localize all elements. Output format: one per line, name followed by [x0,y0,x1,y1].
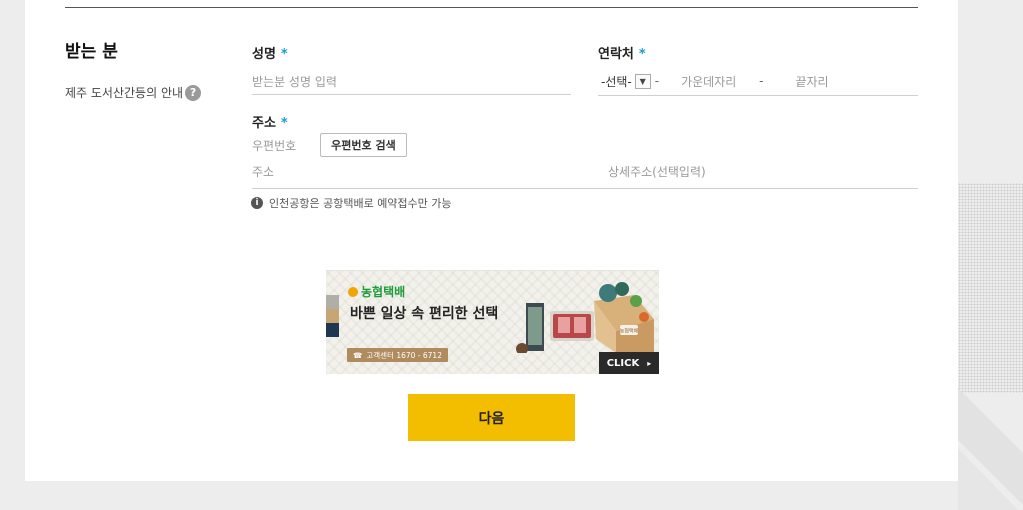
required-mark: * [280,47,288,62]
name-input[interactable]: 받는분 성명 입력 [252,68,571,95]
phone-dash: - [759,74,764,88]
jeju-notice-label: 제주 도서산간등의 안내 [65,86,184,100]
chevron-down-icon[interactable]: ▼ [634,73,651,89]
banner-brand: 농협택배 [348,283,405,300]
airport-notice: i 인천공항은 공항택배로 예약접수만 가능 [251,195,452,211]
banner-side-tabs [326,295,339,337]
name-label-text: 성명 [252,47,276,62]
banner-tab[interactable] [326,295,339,309]
phone-dash: - [654,74,660,88]
brand-logo-icon [348,286,358,297]
address-row: 주소 상세주소(선택입력) [252,158,918,189]
delivery-form-card: 받는 분 제주 도서산간등의 안내 ? 성명 * 받는분 성명 입력 연락처 * -… [25,0,958,481]
banner-click-button[interactable]: CLICK ▸ [599,352,659,374]
address-detail-input[interactable]: 상세주소(선택입력) [608,163,706,180]
phone-last-input[interactable]: 끝자리 [795,73,828,90]
customer-center-text: 고객센터 1670 - 6712 [366,350,442,360]
produce-box-icon: 농협택배 [516,282,654,353]
banner-tab[interactable] [326,309,339,323]
nh-delivery-banner[interactable]: 농협택배 바쁜 일상 속 편리한 선택 ☎ 고객센터 1670 - 6712 농… [326,270,659,374]
required-mark: * [280,116,288,131]
info-icon: i [251,197,263,209]
background-dot-pattern [958,183,1023,393]
help-icon[interactable]: ? [185,84,202,101]
phone-prefix-select[interactable]: -선택- [601,73,632,90]
phone-middle-input[interactable]: 가운데자리 [681,73,759,90]
section-divider [65,7,918,8]
box-label: 농협택배 [620,328,639,335]
phone-label: 연락처 * [598,43,646,62]
click-label: CLICK [606,357,640,369]
banner-brand-label: 농협택배 [361,285,406,299]
section-title: 받는 분 [65,42,118,62]
zip-row: 우편번호 우편번호 검색 [252,133,407,157]
airport-notice-text: 인천공항은 공항택배로 예약접수만 가능 [269,197,452,210]
zip-search-button[interactable]: 우편번호 검색 [320,133,407,157]
address-input[interactable]: 주소 [252,163,274,180]
banner-tab[interactable] [326,323,339,337]
phone-label-text: 연락처 [598,47,634,62]
address-label: 주소 * [252,112,288,131]
banner-headline: 바쁜 일상 속 편리한 선택 [350,306,499,322]
name-placeholder: 받는분 성명 입력 [252,74,337,89]
next-button[interactable]: 다음 [408,394,575,441]
required-mark: * [638,47,646,62]
phone-icon: ☎ [353,350,363,360]
background-stripe [958,380,1023,510]
name-label: 성명 * [252,43,288,62]
phone-field: -선택- ▼ - 가운데자리 - 끝자리 [598,67,918,96]
customer-center-chip: ☎ 고객센터 1670 - 6712 [347,348,448,362]
jeju-remote-notice[interactable]: 제주 도서산간등의 안내 ? [65,84,202,101]
arrow-right-icon: ▸ [647,358,652,368]
zip-code-field[interactable]: 우편번호 [252,137,296,154]
address-label-text: 주소 [252,116,276,131]
